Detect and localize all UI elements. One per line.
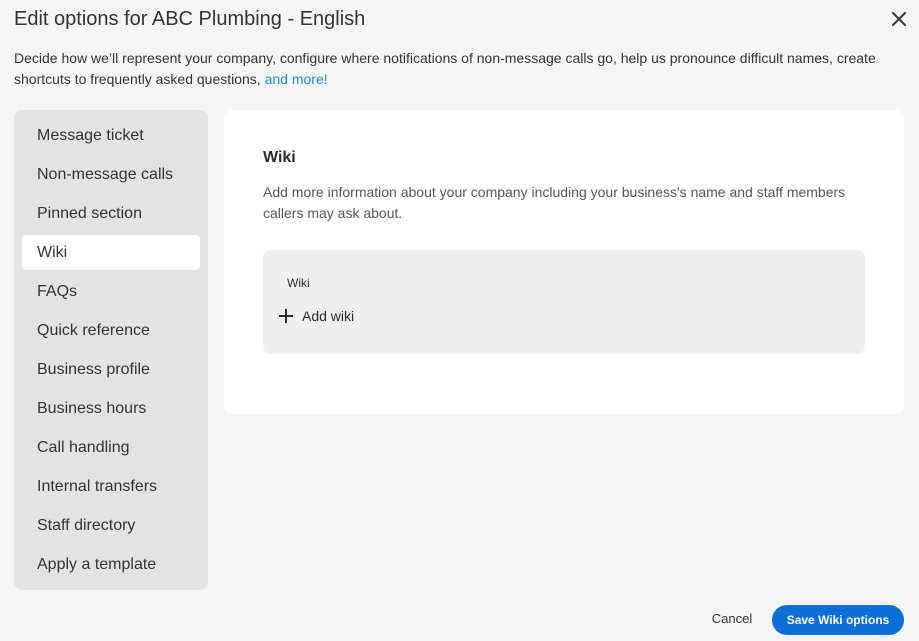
sidebar-item-business-hours[interactable]: Business hours bbox=[22, 391, 200, 426]
dialog-title: Edit options for ABC Plumbing - English bbox=[14, 8, 366, 30]
wiki-panel: Wiki Add wiki bbox=[263, 250, 865, 354]
sidebar-nav: Message ticket Non-message calls Pinned … bbox=[14, 110, 208, 590]
sidebar-item-pinned-section[interactable]: Pinned section bbox=[22, 196, 200, 231]
sidebar-item-business-profile[interactable]: Business profile bbox=[22, 352, 200, 387]
close-icon bbox=[892, 12, 906, 26]
wiki-panel-label: Wiki bbox=[287, 276, 310, 290]
sidebar-item-faqs[interactable]: FAQs bbox=[22, 274, 200, 309]
add-wiki-label: Add wiki bbox=[302, 308, 355, 324]
save-wiki-options-button[interactable]: Save Wiki options bbox=[772, 605, 904, 635]
dialog-description: Decide how we’ll represent your company,… bbox=[14, 48, 894, 90]
sidebar-item-staff-directory[interactable]: Staff directory bbox=[22, 508, 200, 543]
plus-icon bbox=[279, 309, 293, 323]
section-title: Wiki bbox=[263, 149, 296, 166]
section-description: Add more information about your company … bbox=[263, 184, 846, 221]
sidebar-item-apply-a-template[interactable]: Apply a template bbox=[22, 547, 200, 582]
sidebar-item-wiki[interactable]: Wiki bbox=[22, 235, 200, 270]
sidebar-item-message-ticket[interactable]: Message ticket bbox=[22, 118, 200, 153]
close-button[interactable] bbox=[888, 8, 910, 30]
cancel-button[interactable]: Cancel bbox=[703, 605, 761, 631]
and-more-link[interactable]: and more! bbox=[265, 71, 328, 87]
sidebar-item-quick-reference[interactable]: Quick reference bbox=[22, 313, 200, 348]
description-text: Decide how we’ll represent your company,… bbox=[14, 50, 876, 87]
wiki-content-card: Wiki Add more information about your com… bbox=[224, 110, 904, 414]
sidebar-item-call-handling[interactable]: Call handling bbox=[22, 430, 200, 465]
add-wiki-button[interactable]: Add wiki bbox=[278, 305, 354, 327]
sidebar-item-non-message-calls[interactable]: Non-message calls bbox=[22, 157, 200, 192]
sidebar-item-internal-transfers[interactable]: Internal transfers bbox=[22, 469, 200, 504]
